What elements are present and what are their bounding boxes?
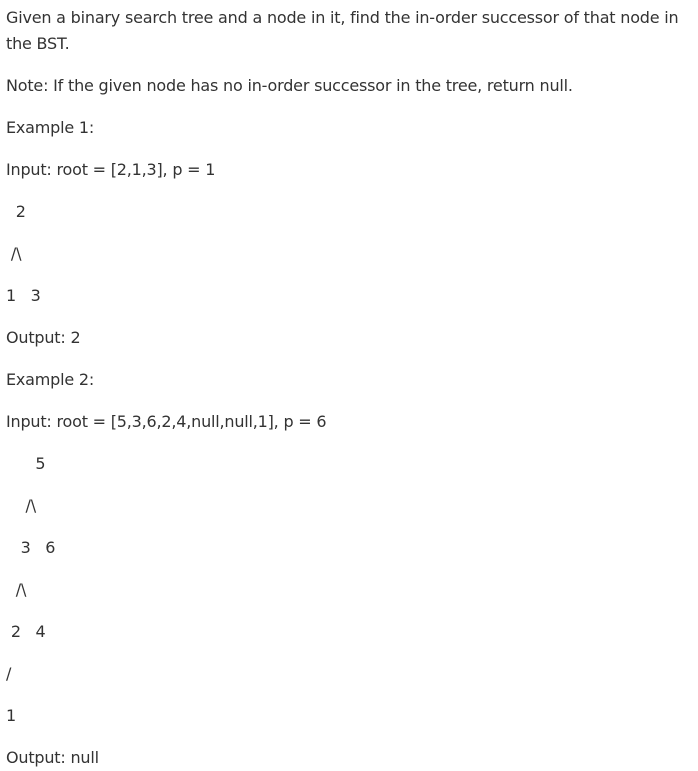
example-1-input: Input: root = [2,1,3], p = 1: [6, 160, 216, 179]
example-2-tree-line: /\: [6, 580, 27, 599]
problem-statement: Given a binary search tree and a node in…: [6, 8, 679, 53]
example-2-tree-line: /: [6, 664, 12, 683]
example-2-heading: Example 2:: [6, 370, 95, 389]
example-2-tree-line: /\: [6, 496, 37, 515]
example-1-output: Output: 2: [6, 328, 81, 347]
example-2-tree-line: 3 6: [6, 538, 56, 557]
example-2-input: Input: root = [5,3,6,2,4,null,null,1], p…: [6, 412, 327, 431]
example-2-output: Output: null: [6, 748, 99, 767]
example-1-tree-line: /\: [6, 244, 22, 263]
example-1-tree-line: 1 3: [6, 286, 41, 305]
example-2-tree-line: 2 4: [6, 622, 46, 641]
example-1-tree-line: 2: [6, 202, 26, 221]
problem-note: Note: If the given node has no in-order …: [6, 76, 573, 95]
example-2-tree-line: 1: [6, 706, 16, 725]
example-1-heading: Example 1:: [6, 118, 95, 137]
example-2-tree-line: 5: [6, 454, 46, 473]
